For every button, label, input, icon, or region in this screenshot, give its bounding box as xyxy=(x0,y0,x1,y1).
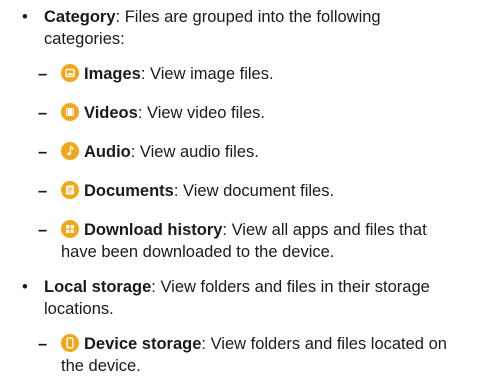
term-download-history: Download history xyxy=(84,221,223,239)
dash: – xyxy=(38,182,48,200)
video-icon xyxy=(61,103,79,121)
term-device-storage: Device storage xyxy=(84,335,202,353)
term-category: Category xyxy=(44,8,116,26)
dash: – xyxy=(38,65,48,83)
dash: – xyxy=(38,221,48,239)
sub-item-videos: – Videos: View video files. xyxy=(38,103,265,122)
bullet: • xyxy=(22,8,28,26)
sub-item-audio: – Audio: View audio files. xyxy=(38,142,259,161)
image-icon xyxy=(61,64,79,82)
document-page: • Category: Files are grouped into the f… xyxy=(0,0,486,376)
term-local-storage: Local storage xyxy=(44,278,152,296)
dash: – xyxy=(38,335,48,353)
term-videos: Videos xyxy=(84,104,138,122)
sub-item-documents: – Documents: View document files. xyxy=(38,181,335,200)
term-audio: Audio xyxy=(84,143,131,161)
term-documents: Documents xyxy=(84,182,174,200)
sub-item-download-history: – Download history: View all apps and fi… xyxy=(38,220,427,261)
dash: – xyxy=(38,143,48,161)
list-item-local-storage: • Local storage: View folders and files … xyxy=(22,276,462,320)
dash: – xyxy=(38,104,48,122)
document-icon xyxy=(61,181,79,199)
bullet: • xyxy=(22,278,28,296)
sub-item-images: – Images: View image files. xyxy=(38,64,274,83)
sub-item-device-storage: – Device storage: View folders and files… xyxy=(38,334,447,375)
term-images: Images xyxy=(84,65,141,83)
audio-icon xyxy=(61,142,79,160)
download-history-icon xyxy=(61,220,79,238)
device-storage-icon xyxy=(61,334,79,352)
list-item-category: • Category: Files are grouped into the f… xyxy=(22,6,462,50)
